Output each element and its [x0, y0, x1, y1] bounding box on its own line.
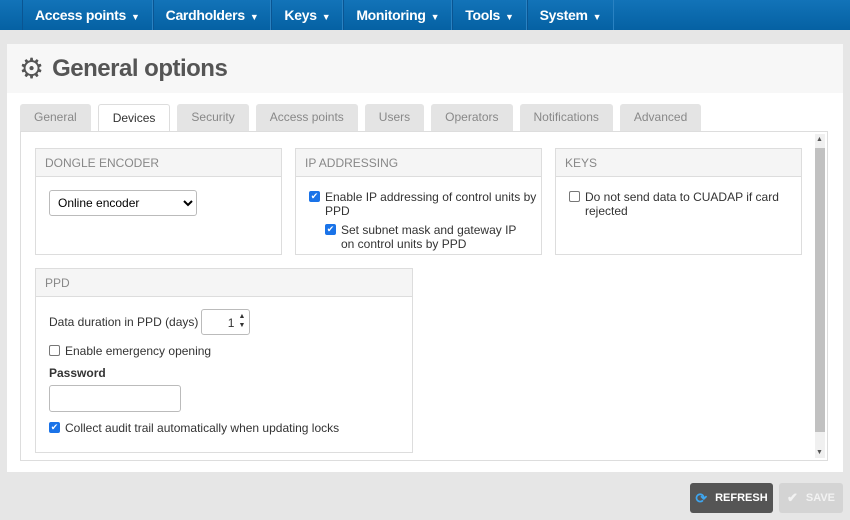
nav-cardholders[interactable]: Cardholders ▼ [152, 0, 272, 30]
check-icon: ✔ [786, 490, 798, 505]
password-label: Password [49, 366, 106, 380]
checkbox-unchecked[interactable] [569, 191, 580, 202]
nav-label: Monitoring [356, 7, 426, 23]
tab-users[interactable]: Users [364, 104, 425, 131]
chevron-down-icon: ▼ [321, 12, 331, 22]
stepper-arrows-icon[interactable]: ▲ ▼ [238, 312, 245, 330]
nav-label: Cardholders [165, 7, 245, 23]
dongle-encoder-select[interactable]: Online encoder [49, 190, 197, 216]
page-header: ⚙ General options [7, 44, 843, 93]
tab-bar: General Devices Security Access points U… [20, 104, 702, 131]
nav-label: Tools [465, 7, 501, 23]
tab-access-points[interactable]: Access points [255, 104, 358, 131]
duration-stepper[interactable]: 1 ▲ ▼ [201, 309, 251, 335]
top-nav: Access points ▼ Cardholders ▼ Keys ▼ Monito… [0, 0, 850, 30]
section-title: IP ADDRESSING [296, 149, 541, 177]
subnet-checkbox-row[interactable]: ✔ Set subnet mask and gateway IP on contr… [325, 223, 531, 251]
keys-section: KEYS Do not send data to CUADAP if card … [555, 148, 802, 255]
nav-access-points[interactable]: Access points ▼ [22, 0, 153, 30]
checkbox-label: Set subnet mask and gateway IP on contro… [341, 223, 517, 251]
tab-general[interactable]: General [20, 104, 91, 131]
nav-keys[interactable]: Keys ▼ [271, 0, 344, 30]
nav-system[interactable]: System ▼ [526, 0, 615, 30]
nav-label: Keys [284, 7, 317, 23]
scroll-down-icon[interactable]: ▼ [816, 449, 823, 456]
checkbox-checked[interactable]: ✔ [49, 422, 60, 433]
password-input[interactable] [49, 385, 181, 412]
scroll-up-icon[interactable]: ▲ [816, 136, 823, 143]
section-title: DONGLE ENCODER [36, 149, 281, 177]
checkbox-unchecked[interactable] [49, 345, 60, 356]
audit-checkbox-row[interactable]: ✔ Collect audit trail automatically when … [49, 421, 412, 435]
chevron-down-icon: ▼ [430, 12, 440, 22]
chevron-down-icon: ▼ [249, 12, 259, 22]
no-send-checkbox-row[interactable]: Do not send data to CUADAP if card rejec… [569, 190, 801, 218]
section-title: KEYS [556, 149, 801, 177]
checkbox-label: Collect audit trail automatically when u… [65, 421, 340, 435]
nav-label: Access points [35, 7, 127, 23]
tab-devices[interactable]: Devices [97, 104, 171, 131]
refresh-button[interactable]: ⟳ REFRESH [690, 483, 773, 513]
refresh-icon: ⟳ [695, 489, 708, 506]
chevron-down-icon: ▼ [592, 12, 602, 22]
checkbox-label: Do not send data to CUADAP if card rejec… [585, 190, 779, 218]
ppd-section: PPD Data duration in PPD (days) 1 ▲ ▼ Enab… [35, 268, 413, 453]
tab-operators[interactable]: Operators [431, 104, 513, 131]
checkbox-checked[interactable]: ✔ [325, 224, 336, 235]
duration-value: 1 [227, 316, 235, 330]
tab-advanced[interactable]: Advanced [619, 104, 702, 131]
ip-addressing-section: IP ADDRESSING ✔ Enable IP addressing of c… [295, 148, 542, 255]
dongle-encoder-section: DONGLE ENCODER Online encoder [35, 148, 282, 255]
checkbox-label: Enable emergency opening [65, 344, 212, 358]
vertical-scrollbar[interactable]: ▲ ▼ [815, 134, 825, 458]
checkbox-checked[interactable]: ✔ [309, 191, 320, 202]
tab-security[interactable]: Security [177, 104, 249, 131]
button-label: REFRESH [715, 492, 768, 504]
chevron-down-icon: ▼ [131, 12, 140, 22]
button-label: SAVE [805, 492, 836, 504]
duration-label: Data duration in PPD (days) [49, 315, 199, 329]
scrollbar-thumb[interactable] [815, 148, 825, 432]
nav-monitoring[interactable]: Monitoring ▼ [343, 0, 453, 30]
nav-label: System [539, 7, 588, 23]
duration-row: Data duration in PPD (days) 1 ▲ ▼ [49, 309, 412, 335]
main-panel: ⚙ General options General Devices Securi… [7, 44, 843, 472]
gear-icon: ⚙ [19, 53, 45, 84]
tab-content: DONGLE ENCODER Online encoder IP ADDRESS… [20, 131, 828, 461]
nav-tools[interactable]: Tools ▼ [452, 0, 527, 30]
chevron-down-icon: ▼ [505, 12, 514, 22]
page-title: General options [52, 54, 228, 82]
tab-notifications[interactable]: Notifications [519, 104, 613, 131]
section-title: PPD [36, 269, 412, 297]
save-button[interactable]: ✔ SAVE [779, 483, 843, 513]
checkbox-label: Enable IP addressing of control units by… [325, 190, 537, 218]
enable-ip-checkbox-row[interactable]: ✔ Enable IP addressing of control units b… [309, 190, 541, 218]
emergency-checkbox-row[interactable]: Enable emergency opening [49, 344, 412, 358]
